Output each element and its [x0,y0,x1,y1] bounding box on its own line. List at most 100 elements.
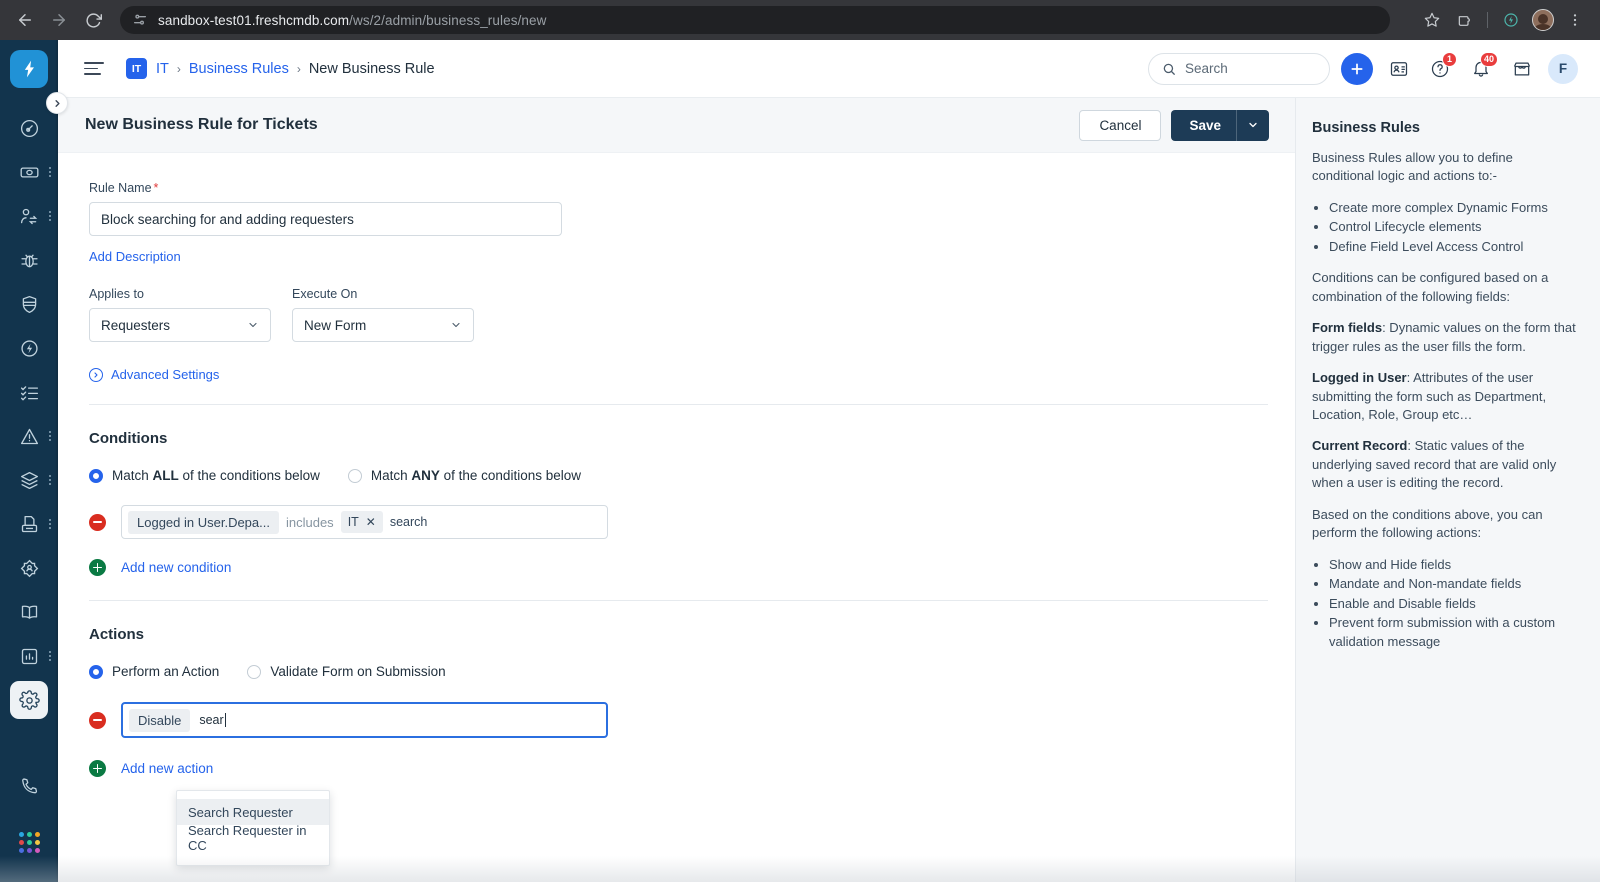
sidebar-item-dashboard[interactable] [0,106,58,150]
action-type-chip[interactable]: Disable [129,708,191,732]
profile-avatar[interactable] [1528,5,1558,35]
condition-operator[interactable]: includes [286,515,334,530]
rule-name-input[interactable]: Block searching for and adding requester… [89,202,562,236]
browser-menu-icon[interactable] [1560,5,1590,35]
condition-input[interactable]: Logged in User.Depa... includes IT ✕ sea… [121,505,608,539]
menu-toggle-icon[interactable] [84,62,104,75]
chevron-down-icon[interactable] [1237,119,1269,131]
sidebar-item-settings[interactable] [0,678,58,722]
applies-to-value: Requesters [101,317,171,333]
sidebar-item-menu-dots[interactable] [49,211,51,221]
actions-mode: Perform an Action Validate Form on Submi… [89,664,1295,679]
radio-match-any[interactable]: Match ANY of the conditions below [347,468,581,483]
extensions-icon[interactable] [1449,5,1479,35]
sidebar-item-phone[interactable] [0,764,58,808]
sidebar-item-menu-dots[interactable] [49,651,51,661]
forward-icon[interactable] [44,5,74,35]
remove-condition-button[interactable] [89,513,106,531]
sidebar-item-assets[interactable] [0,458,58,502]
reload-icon[interactable] [78,5,108,35]
help-logged-in-user: Logged in User: Attributes of the user s… [1312,370,1547,422]
save-button[interactable]: Save [1171,109,1269,141]
toolbar-divider [1487,12,1488,28]
radio-perform-action[interactable]: Perform an Action [89,664,219,679]
help-conditions-note: Conditions can be configured based on a … [1312,270,1549,304]
breadcrumb-separator: › [176,61,181,76]
workspace-badge[interactable]: IT [126,58,147,79]
sidebar-item-contacts[interactable] [0,546,58,590]
text-caret [224,713,226,727]
add-action-row[interactable]: Add new action [89,760,1295,777]
freshworks-extension-icon[interactable] [1496,5,1526,35]
sidebar-item-alerts[interactable] [0,414,58,458]
action-autocomplete-dropdown[interactable]: Search Requester Search Requester in CC [176,790,330,866]
address-bar[interactable]: sandbox-test01.freshcmdb.com/ws/2/admin/… [120,6,1390,34]
advanced-settings-toggle[interactable]: Advanced Settings [89,367,1268,382]
help-icon[interactable]: 1 [1425,51,1457,84]
close-icon[interactable]: ✕ [366,516,376,528]
breadcrumb-item-current: New Business Rule [308,60,435,77]
sidebar-item-tasks[interactable] [0,370,58,414]
radio-match-all-label: Match ALL of the conditions below [112,468,320,483]
radio-match-all[interactable]: Match ALL of the conditions below [89,468,320,483]
notifications-icon[interactable]: 40 [1466,51,1498,84]
sidebar-item-tickets[interactable] [0,150,58,194]
main-content: New Business Rule for Tickets Cancel Sav… [58,98,1295,882]
action-input[interactable]: Disable sear [121,702,608,738]
sidebar-item-automation[interactable] [0,326,58,370]
sidebar-item-analytics[interactable] [0,634,58,678]
breadcrumb-item-it[interactable]: IT [156,61,169,77]
applies-to-field: Applies to Requesters [89,287,271,342]
freshworks-logo[interactable] [10,50,48,88]
rule-name-label: Rule Name * [89,181,159,195]
user-avatar[interactable]: F [1548,53,1578,84]
dropdown-option-search-requester-cc[interactable]: Search Requester in CC [177,823,329,853]
condition-field-chip[interactable]: Logged in User.Depa... [128,510,279,534]
sidebar-item-knowledge-base[interactable] [0,590,58,634]
execute-on-select[interactable]: New Form [292,308,474,342]
back-icon[interactable] [10,5,40,35]
execute-on-field: Execute On New Form [292,287,474,342]
site-settings-icon[interactable] [132,12,148,28]
add-description-link[interactable]: Add Description [89,249,181,264]
sidebar-item-menu-dots[interactable] [49,519,51,529]
browser-toolbar: sandbox-test01.freshcmdb.com/ws/2/admin/… [0,0,1600,40]
radio-validate-form[interactable]: Validate Form on Submission [247,664,446,679]
breadcrumb-separator: › [296,61,301,76]
sidebar-item-menu-dots[interactable] [49,167,51,177]
condition-value-label: IT [347,515,359,529]
sidebar-item-apps-grid[interactable] [0,820,58,864]
execute-on-label: Execute On [292,287,358,301]
list-item: Show and Hide fields [1329,556,1576,574]
list-item: Prevent form submission with a custom va… [1329,614,1576,651]
sidebar-item-user-transfer[interactable] [0,194,58,238]
breadcrumb-item-business-rules[interactable]: Business Rules [189,61,289,77]
marketplace-icon[interactable] [1507,54,1537,84]
app-header: IT IT › Business Rules › New Business Ru… [58,40,1600,98]
required-marker: * [153,181,159,195]
sidebar-item-menu-dots[interactable] [49,475,51,485]
new-item-button[interactable] [1341,52,1373,85]
add-condition-row[interactable]: Add new condition [89,559,1295,576]
radio-perform-action-label: Perform an Action [112,664,220,679]
radio-indicator [347,468,362,483]
sidebar-item-bug[interactable] [0,238,58,282]
expand-sidebar-button[interactable] [46,92,68,114]
help-list-capabilities: Create more complex Dynamic Forms Contro… [1329,199,1576,256]
cancel-button[interactable]: Cancel [1079,109,1162,141]
search-input[interactable]: Search [1148,52,1330,85]
sidebar-item-shield[interactable] [0,282,58,326]
help-current-record: Current Record: Static values of the und… [1312,438,1557,491]
sidebar-item-menu-dots[interactable] [49,431,51,441]
applies-to-select[interactable]: Requesters [89,308,271,342]
dropdown-option-search-requester[interactable]: Search Requester [177,799,329,825]
list-item: Control Lifecycle elements [1329,218,1576,236]
sidebar-item-archive[interactable] [0,502,58,546]
execute-on-value: New Form [304,317,367,333]
bookmark-star-icon[interactable] [1417,5,1447,35]
contacts-card-icon[interactable] [1384,54,1414,84]
search-icon [1162,62,1176,76]
condition-value-chip[interactable]: IT ✕ [340,511,383,533]
help-panel-title: Business Rules [1312,120,1420,136]
remove-action-button[interactable] [89,711,106,729]
